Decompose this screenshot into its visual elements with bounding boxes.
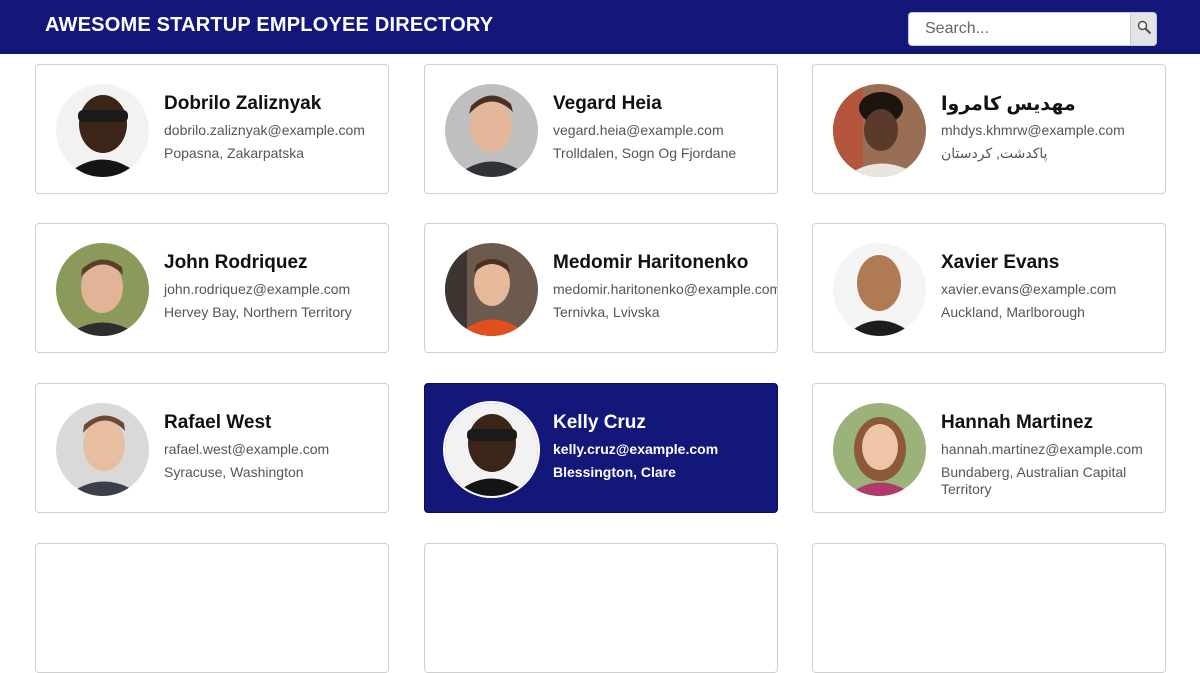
employee-email: medomir.haritonenko@example.com (553, 281, 778, 297)
employee-email: mhdys.khmrw@example.com (941, 122, 1125, 138)
employee-card[interactable]: Hannah Martinez hannah.martinez@example.… (812, 383, 1166, 513)
employee-location: Popasna, Zakarpatska (164, 145, 305, 161)
employee-card[interactable]: Rafael West rafael.west@example.com Syra… (35, 383, 389, 513)
employee-name: Dobrilo Zaliznyak (164, 93, 322, 114)
employee-card[interactable]: Xavier Evans xavier.evans@example.com Au… (812, 223, 1166, 353)
employee-email: rafael.west@example.com (164, 441, 330, 457)
employee-card[interactable]: Medomir Haritonenko medomir.haritonenko@… (424, 223, 778, 353)
avatar (56, 403, 149, 496)
avatar (833, 84, 926, 177)
employee-card[interactable]: مهدیس کامروا mhdys.khmrw@example.com پاک… (812, 64, 1166, 194)
employee-email: vegard.heia@example.com (553, 122, 724, 138)
employee-email: xavier.evans@example.com (941, 281, 1117, 297)
employee-name: Xavier Evans (941, 252, 1060, 273)
employee-card-partial[interactable] (35, 543, 389, 673)
employee-name: Medomir Haritonenko (553, 252, 749, 273)
employee-card-partial[interactable] (812, 543, 1166, 673)
employee-name: مهدیس کامروا (941, 94, 1076, 115)
search-input[interactable] (908, 12, 1131, 46)
employee-name: Vegard Heia (553, 93, 662, 114)
employee-card-partial[interactable] (424, 543, 778, 673)
employee-location: پاکدشت, کردستان (941, 145, 1048, 161)
employee-email: kelly.cruz@example.com (553, 441, 719, 457)
employee-location: Trolldalen, Sogn Og Fjordane (553, 145, 737, 161)
employee-location: Syracuse, Washington (164, 464, 304, 480)
app-title: AWESOME STARTUP EMPLOYEE DIRECTORY (45, 14, 494, 36)
employee-location: Ternivka, Lvivska (553, 304, 660, 320)
magnifier-icon (1137, 20, 1151, 39)
employee-name: John Rodriquez (164, 252, 308, 273)
avatar (833, 403, 926, 496)
top-header: AWESOME STARTUP EMPLOYEE DIRECTORY (0, 0, 1200, 54)
avatar (56, 84, 149, 177)
employee-card-selected[interactable]: Kelly Cruz kelly.cruz@example.com Blessi… (424, 383, 778, 513)
employee-email: john.rodriquez@example.com (164, 281, 351, 297)
employee-location: Hervey Bay, Northern Territory (164, 304, 352, 320)
avatar (833, 243, 926, 336)
avatar (445, 403, 538, 496)
search-bar (908, 12, 1157, 46)
employee-card[interactable]: John Rodriquez john.rodriquez@example.co… (35, 223, 389, 353)
employee-location: Auckland, Marlborough (941, 304, 1085, 320)
employee-location: Bundaberg, Australian Capital Territory (941, 464, 1127, 497)
employee-name: Rafael West (164, 412, 272, 433)
search-button[interactable] (1130, 12, 1157, 46)
employee-location: Blessington, Clare (553, 464, 676, 480)
employee-name: Hannah Martinez (941, 412, 1094, 433)
avatar (56, 243, 149, 336)
avatar (445, 243, 538, 336)
employee-name: Kelly Cruz (553, 412, 646, 433)
employee-email: hannah.martinez@example.com (941, 441, 1143, 457)
employee-email: dobrilo.zaliznyak@example.com (164, 122, 365, 138)
avatar (445, 84, 538, 177)
employee-card[interactable]: Dobrilo Zaliznyak dobrilo.zaliznyak@exam… (35, 64, 389, 194)
employee-card[interactable]: Vegard Heia vegard.heia@example.com Trol… (424, 64, 778, 194)
